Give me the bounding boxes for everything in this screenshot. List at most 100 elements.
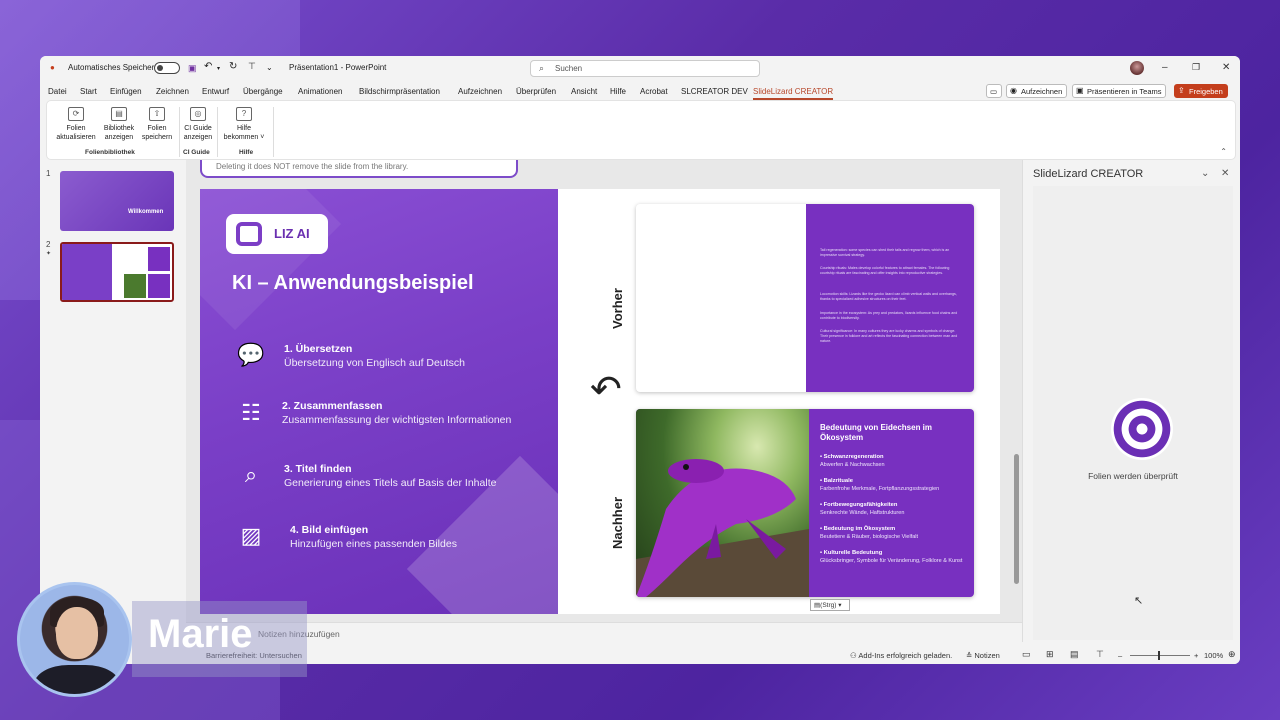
- menu-ansicht[interactable]: Ansicht: [571, 87, 597, 96]
- ci-guide-icon: ◎: [190, 107, 206, 121]
- slidelizard-spiral-icon: [1111, 398, 1173, 460]
- get-help-button[interactable]: ? Hilfe bekommen ˅: [219, 107, 269, 142]
- search-icon: ⌕: [539, 63, 545, 73]
- zoom-level[interactable]: 100%: [1204, 651, 1223, 660]
- share-button[interactable]: ⇪ Freigeben: [1174, 84, 1228, 98]
- title-bar: ● Automatisches Speichern ▣ ↶ ▾ ↻ ⊤ ⌄ Pr…: [40, 56, 1240, 82]
- lizard-illustration: [636, 459, 809, 597]
- menu-slidelizard-creator[interactable]: SlideLizard CREATOR: [753, 87, 834, 100]
- reading-view-icon[interactable]: ▤: [1070, 649, 1079, 660]
- before-card: Tail regeneration: some species can shed…: [636, 204, 974, 392]
- presenter-name: Marie: [148, 612, 253, 656]
- paste-label: (Strg) ▾: [820, 602, 842, 609]
- feature-description: Übersetzung von Englisch auf Deutsch: [284, 357, 465, 369]
- addins-text: Add-Ins erfolgreich geladen.: [858, 651, 953, 660]
- after-item-head: Balzrituale: [820, 477, 970, 485]
- teams-label: Präsentieren in Teams: [1087, 87, 1162, 96]
- after-item: Bedeutung im ÖkosystemBeutetiere & Räube…: [820, 525, 970, 541]
- after-item-text: Glücksbringer, Symbole für Veränderung, …: [820, 558, 963, 564]
- zoom-slider[interactable]: [1130, 651, 1190, 660]
- menu-entwurf[interactable]: Entwurf: [202, 87, 229, 96]
- menu-acrobat[interactable]: Acrobat: [640, 87, 668, 96]
- autosave-toggle[interactable]: [154, 62, 180, 74]
- teams-icon: ▣: [1076, 86, 1084, 95]
- customize-toolbar-icon[interactable]: ⌄: [266, 63, 273, 72]
- menu-animationen[interactable]: Animationen: [298, 87, 342, 96]
- zoom-in-icon[interactable]: +: [1194, 651, 1198, 660]
- ribbon-separator: [179, 107, 180, 157]
- comment-icon: ▭: [990, 87, 998, 96]
- menu-uebergaenge[interactable]: Übergänge: [243, 87, 283, 96]
- feature-description: Hinzufügen eines passenden Bildes: [290, 538, 457, 550]
- redo-icon[interactable]: ↻: [229, 61, 237, 72]
- ci-guide-line1: CI Guide: [184, 125, 212, 132]
- after-item: SchwanzregenerationAbwerfen & Nachwachse…: [820, 453, 970, 469]
- after-item-head: Bedeutung im Ökosystem: [820, 525, 970, 533]
- menu-slcreator-dev[interactable]: SLCREATOR DEV: [681, 87, 748, 96]
- start-presentation-icon[interactable]: ⊤: [248, 61, 256, 72]
- vertical-scrollbar[interactable]: [1012, 164, 1022, 634]
- refresh-slides-button[interactable]: ⟳ Folien aktualisieren: [55, 107, 97, 142]
- liz-logo-icon: [236, 222, 262, 246]
- save-slides-button[interactable]: ⇧ Folien speichern: [139, 107, 175, 142]
- minimize-icon[interactable]: –: [1162, 62, 1168, 73]
- slideshow-icon[interactable]: ⊤: [1096, 649, 1104, 660]
- zoom-out-icon[interactable]: –: [1118, 651, 1122, 660]
- scrollbar-thumb[interactable]: [1014, 454, 1019, 584]
- menu-einfuegen[interactable]: Einfügen: [110, 87, 142, 96]
- after-item: BalzritualeFarbenfrohe Merkmale, Fortpfl…: [820, 477, 970, 493]
- after-item-text: Beutetiere & Räuber, biologische Vielfal…: [820, 534, 919, 540]
- feature-description: Zusammenfassung der wichtigsten Informat…: [282, 414, 512, 426]
- save-icon[interactable]: ▣: [188, 63, 197, 74]
- menu-zeichnen[interactable]: Zeichnen: [156, 87, 189, 96]
- slide-left-panel: LIZ AI KI – Anwendungsbeispiel 💬 1. Über…: [200, 189, 634, 614]
- save-slides-line2: speichern: [141, 134, 173, 141]
- notes-area[interactable]: Notizen hinzuzufügen: [186, 622, 1022, 646]
- menu-start[interactable]: Start: [80, 87, 97, 96]
- slide-sorter-icon[interactable]: ⊞: [1046, 649, 1054, 660]
- paste-options-button[interactable]: ▤(Strg) ▾: [810, 599, 850, 611]
- thumbnail-title: Willkommen: [128, 209, 164, 215]
- undo-icon[interactable]: ↶: [204, 61, 212, 72]
- menu-aufzeichnen[interactable]: Aufzeichnen: [458, 87, 502, 96]
- comments-button[interactable]: ▭: [986, 84, 1002, 98]
- after-item-text: Farbenfrohe Merkmale, Fortpflanzungsstra…: [820, 486, 940, 492]
- slide-thumbnail-2[interactable]: [60, 242, 174, 302]
- zoom-slider-knob[interactable]: [1158, 651, 1160, 660]
- normal-view-icon[interactable]: ▭: [1022, 649, 1031, 660]
- thumbnail-card: [148, 274, 170, 298]
- slide-canvas[interactable]: LIZ AI KI – Anwendungsbeispiel 💬 1. Über…: [200, 189, 1000, 614]
- close-icon[interactable]: ✕: [1222, 62, 1230, 73]
- after-card: Bedeutung von Eidechsen im Ökosystem Sch…: [636, 409, 974, 597]
- collapse-ribbon-icon[interactable]: ⌃: [1220, 147, 1227, 156]
- menu-ueberpruefen[interactable]: Überprüfen: [516, 87, 556, 96]
- ci-guide-button[interactable]: ◎ CI Guide anzeigen: [181, 107, 215, 142]
- chevron-down-icon[interactable]: ⌄: [1201, 168, 1209, 179]
- after-item-text: Senkrechte Wände, Haftstrukturen: [820, 510, 905, 516]
- maximize-icon[interactable]: ❐: [1192, 62, 1200, 73]
- record-button[interactable]: ◉ Aufzeichnen: [1006, 84, 1068, 98]
- menu-datei[interactable]: Datei: [48, 87, 67, 96]
- feature-heading: 4. Bild einfügen: [290, 524, 369, 536]
- record-label: Aufzeichnen: [1021, 87, 1063, 96]
- group-label-hilfe: Hilfe: [239, 149, 254, 156]
- search-input[interactable]: ⌕ Suchen: [530, 60, 760, 77]
- undo-dropdown-icon[interactable]: ▾: [217, 65, 220, 72]
- feature-description: Generierung eines Titels auf Basis der I…: [284, 477, 497, 489]
- slide-thumbnail-1[interactable]: Willkommen: [60, 171, 174, 231]
- close-pane-icon[interactable]: ✕: [1221, 168, 1229, 179]
- notes-toggle[interactable]: ≙ Notizen: [966, 651, 1000, 660]
- show-library-button[interactable]: ▤ Bibliothek anzeigen: [99, 107, 139, 142]
- after-item-head: Kulturelle Bedeutung: [820, 549, 970, 557]
- fit-to-window-icon[interactable]: ⊕: [1228, 649, 1236, 660]
- user-avatar[interactable]: [1130, 61, 1144, 75]
- menu-bildschirmpraesentation[interactable]: Bildschirmpräsentation: [359, 87, 440, 96]
- liz-ai-logo: LIZ AI: [226, 214, 328, 254]
- after-label: Nachher: [610, 496, 625, 549]
- teams-button[interactable]: ▣ Präsentieren in Teams: [1072, 84, 1167, 98]
- group-label-folienbibliothek: Folienbibliothek: [85, 149, 135, 156]
- menu-hilfe[interactable]: Hilfe: [610, 87, 626, 96]
- upload-icon: ⇧: [149, 107, 165, 121]
- presenter-avatar: [17, 582, 132, 697]
- powerpoint-logo-icon: ●: [50, 63, 55, 72]
